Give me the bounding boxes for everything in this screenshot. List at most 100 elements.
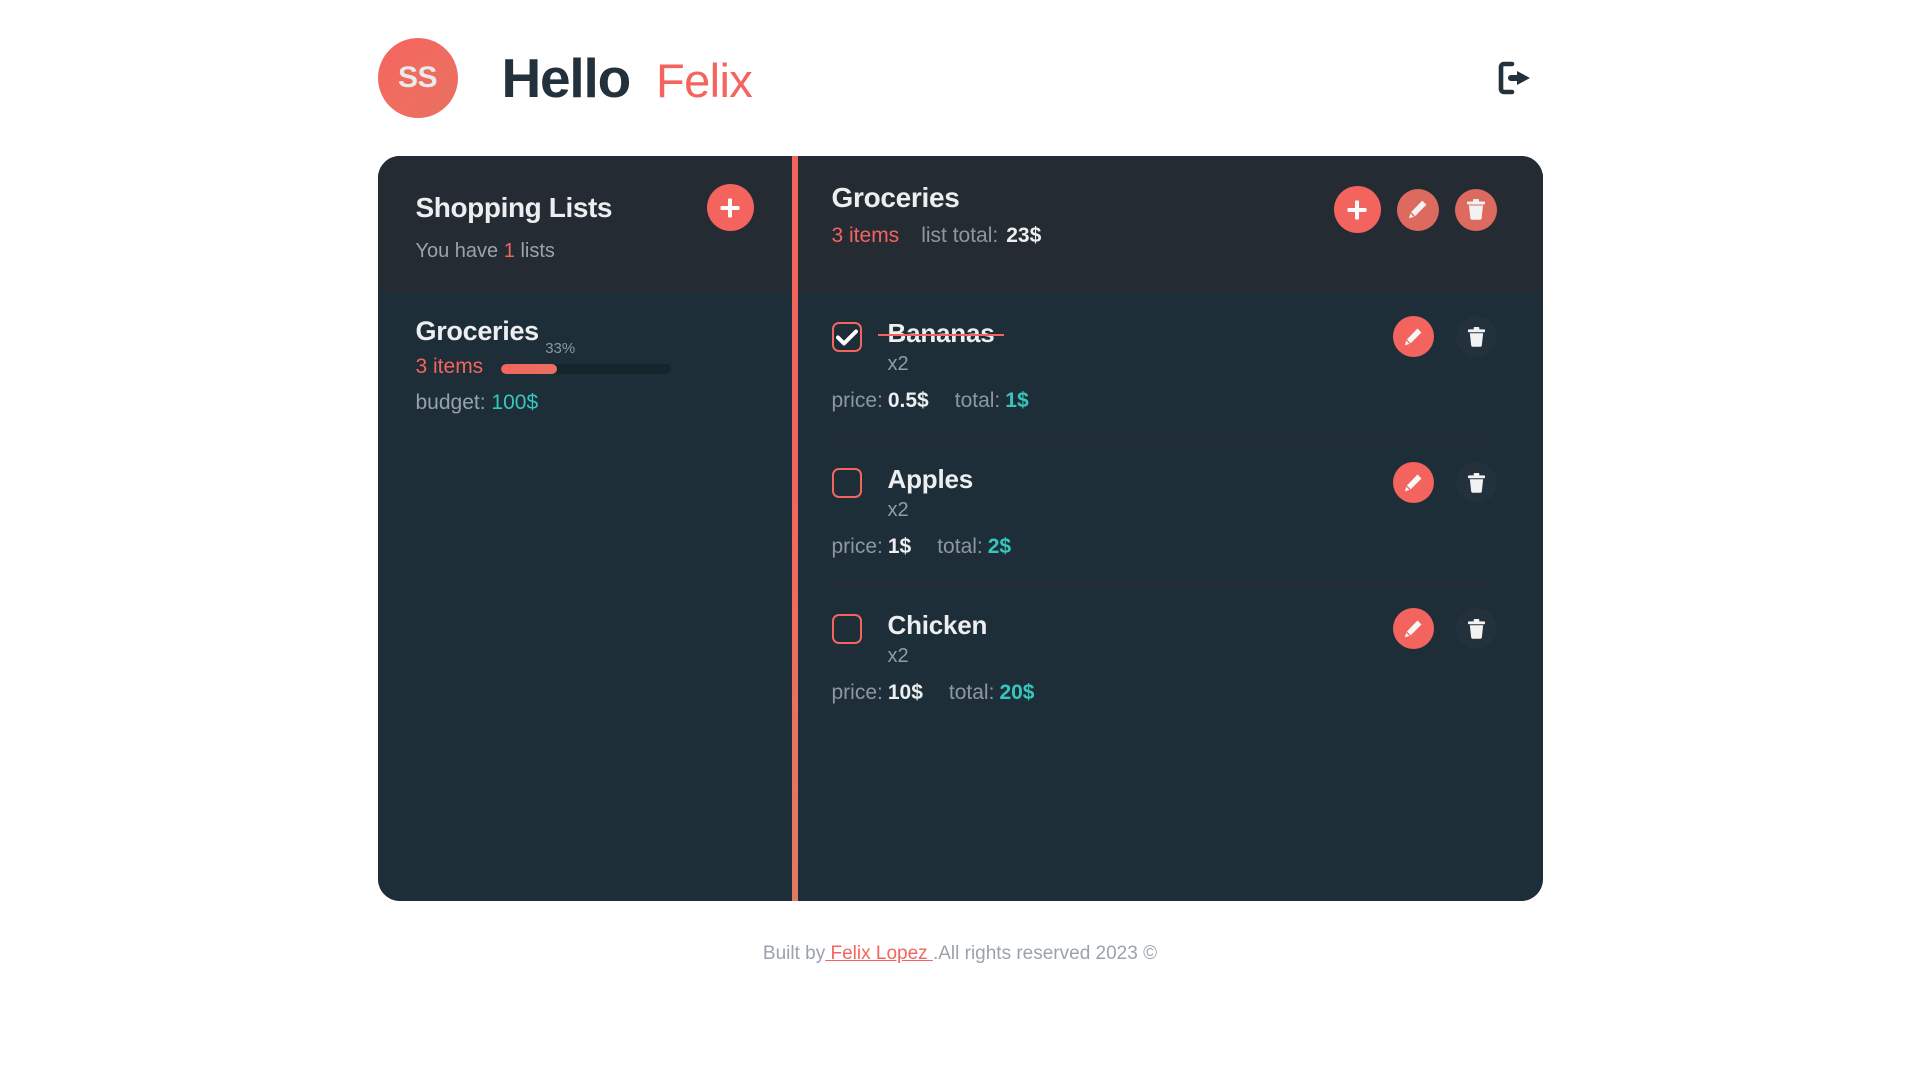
row-actions xyxy=(1392,316,1497,357)
trash-icon xyxy=(1467,326,1486,347)
sidebar-subtitle-prefix: You have xyxy=(415,240,499,262)
detail-total-group: list total: 23$ xyxy=(921,224,1041,248)
app-header: SS Hello Felix xyxy=(377,38,1543,118)
delete-item-button[interactable] xyxy=(1455,316,1497,357)
avatar-initials: SS xyxy=(397,61,438,94)
item-total-label: total: xyxy=(937,535,983,558)
main-card: Shopping Lists You have 1 lists Grocerie… xyxy=(377,156,1543,901)
item-total-value: 2$ xyxy=(987,535,1012,558)
edit-item-button[interactable] xyxy=(1392,608,1434,649)
item-total-group: total: 20$ xyxy=(949,681,1035,705)
item-quantity: x2 xyxy=(887,645,909,667)
sidebar-panel: Shopping Lists You have 1 lists Grocerie… xyxy=(377,156,792,901)
pencil-icon xyxy=(1407,199,1428,220)
item-total-value: 1$ xyxy=(1005,389,1029,412)
detail-header-actions xyxy=(1333,186,1497,233)
logout-button[interactable] xyxy=(1489,51,1543,105)
sidebar-subtitle-suffix: lists xyxy=(520,240,555,262)
item-checkbox[interactable] xyxy=(831,468,862,498)
item-price-group: price: 0.5$ xyxy=(832,389,929,413)
item-name: Chicken xyxy=(887,610,988,640)
item-total-label: total: xyxy=(948,681,995,704)
panel-divider xyxy=(791,156,798,901)
table-row: Bananas x2 price: 0.5$ total: 1$ xyxy=(831,292,1497,438)
detail-panel: Groceries 3 items list total: 23$ Banana… xyxy=(791,156,1543,901)
item-price-label: price: xyxy=(831,681,883,704)
item-quantity: x2 xyxy=(887,353,909,375)
list-name: Groceries xyxy=(415,316,540,346)
sidebar-lists-count: 1 xyxy=(503,240,515,262)
detail-subtitle: 3 items list total: 23$ xyxy=(832,224,1042,248)
row-actions xyxy=(1392,462,1497,503)
sidebar-header: Shopping Lists You have 1 lists xyxy=(377,156,792,292)
app-root: SS Hello Felix Shopping Lists You have 1… xyxy=(0,0,1920,1080)
check-icon xyxy=(835,329,858,346)
list-progress-fill xyxy=(501,364,558,374)
item-name: Bananas xyxy=(877,318,1005,348)
list-progress-label: 33% xyxy=(545,340,576,357)
footer: Built by Felix Lopez .All rights reserve… xyxy=(763,943,1157,965)
table-row: Chicken x2 price: 10$ total: 20$ xyxy=(831,584,1497,729)
add-list-button[interactable] xyxy=(706,184,754,231)
list-item-groceries[interactable]: Groceries 3 items 33% budget: 100$ xyxy=(378,292,792,435)
pencil-icon xyxy=(1403,619,1423,639)
list-progress: 33% xyxy=(501,340,753,374)
list-items-count: 3 items xyxy=(415,355,484,378)
edit-item-button[interactable] xyxy=(1392,316,1434,357)
item-total-label: total: xyxy=(954,389,1001,412)
logout-arrow-icon xyxy=(1498,61,1534,95)
item-prices: price: 1$ total: 2$ xyxy=(832,535,1497,559)
edit-list-button[interactable] xyxy=(1396,188,1439,231)
greeting-hello: Hello xyxy=(501,47,632,109)
detail-header: Groceries 3 items list total: 23$ xyxy=(791,156,1543,292)
delete-item-button[interactable] xyxy=(1455,608,1497,649)
add-item-button[interactable] xyxy=(1333,186,1381,233)
detail-total-label: list total: xyxy=(921,224,999,247)
item-price-group: price: 10$ xyxy=(832,681,923,705)
item-price-group: price: 1$ xyxy=(832,535,912,559)
list-budget-value: 100$ xyxy=(491,391,539,414)
item-prices: price: 0.5$ total: 1$ xyxy=(832,389,1497,413)
table-row: Apples x2 price: 1$ total: 2$ xyxy=(831,438,1497,584)
pencil-icon xyxy=(1403,473,1423,493)
item-price-label: price: xyxy=(831,535,883,558)
item-name: Apples xyxy=(887,464,974,494)
item-price-label: price: xyxy=(831,389,883,412)
sidebar-title: Shopping Lists xyxy=(415,191,613,223)
edit-item-button[interactable] xyxy=(1392,462,1434,503)
item-price-value: 1$ xyxy=(887,535,912,558)
trash-icon xyxy=(1466,199,1486,220)
detail-header-text: Groceries 3 items list total: 23$ xyxy=(832,182,1042,248)
items-list: Bananas x2 price: 0.5$ total: 1$ Apples … xyxy=(792,292,1543,901)
item-total-value: 20$ xyxy=(999,681,1035,704)
pencil-icon xyxy=(1403,327,1423,347)
footer-suffix: .All rights reserved 2023 © xyxy=(932,943,1158,964)
footer-prefix: Built by xyxy=(762,943,826,964)
delete-list-button[interactable] xyxy=(1454,188,1497,231)
item-checkbox[interactable] xyxy=(831,322,862,352)
trash-icon xyxy=(1467,618,1486,639)
detail-total-value: 23$ xyxy=(1006,224,1042,247)
item-price-value: 10$ xyxy=(887,681,923,704)
list-budget: budget: 100$ xyxy=(416,391,754,415)
detail-title: Groceries xyxy=(831,182,960,213)
avatar: SS xyxy=(377,38,458,118)
detail-items-count: 3 items xyxy=(831,224,900,247)
item-quantity: x2 xyxy=(887,499,909,521)
footer-author-link[interactable]: Felix Lopez xyxy=(825,943,933,964)
plus-icon xyxy=(1346,199,1368,221)
greeting: Hello Felix xyxy=(502,46,753,110)
item-total-group: total: 2$ xyxy=(937,535,1011,559)
item-prices: price: 10$ total: 20$ xyxy=(832,681,1497,705)
item-checkbox[interactable] xyxy=(831,614,862,644)
row-actions xyxy=(1392,608,1497,649)
list-progress-track xyxy=(501,364,672,374)
delete-item-button[interactable] xyxy=(1455,462,1497,503)
list-budget-label: budget: xyxy=(415,391,486,414)
plus-icon xyxy=(719,197,741,219)
sidebar-subtitle: You have 1 lists xyxy=(416,240,754,263)
trash-icon xyxy=(1467,472,1486,493)
item-total-group: total: 1$ xyxy=(955,389,1029,413)
item-price-value: 0.5$ xyxy=(887,389,929,412)
greeting-username: Felix xyxy=(655,54,753,107)
